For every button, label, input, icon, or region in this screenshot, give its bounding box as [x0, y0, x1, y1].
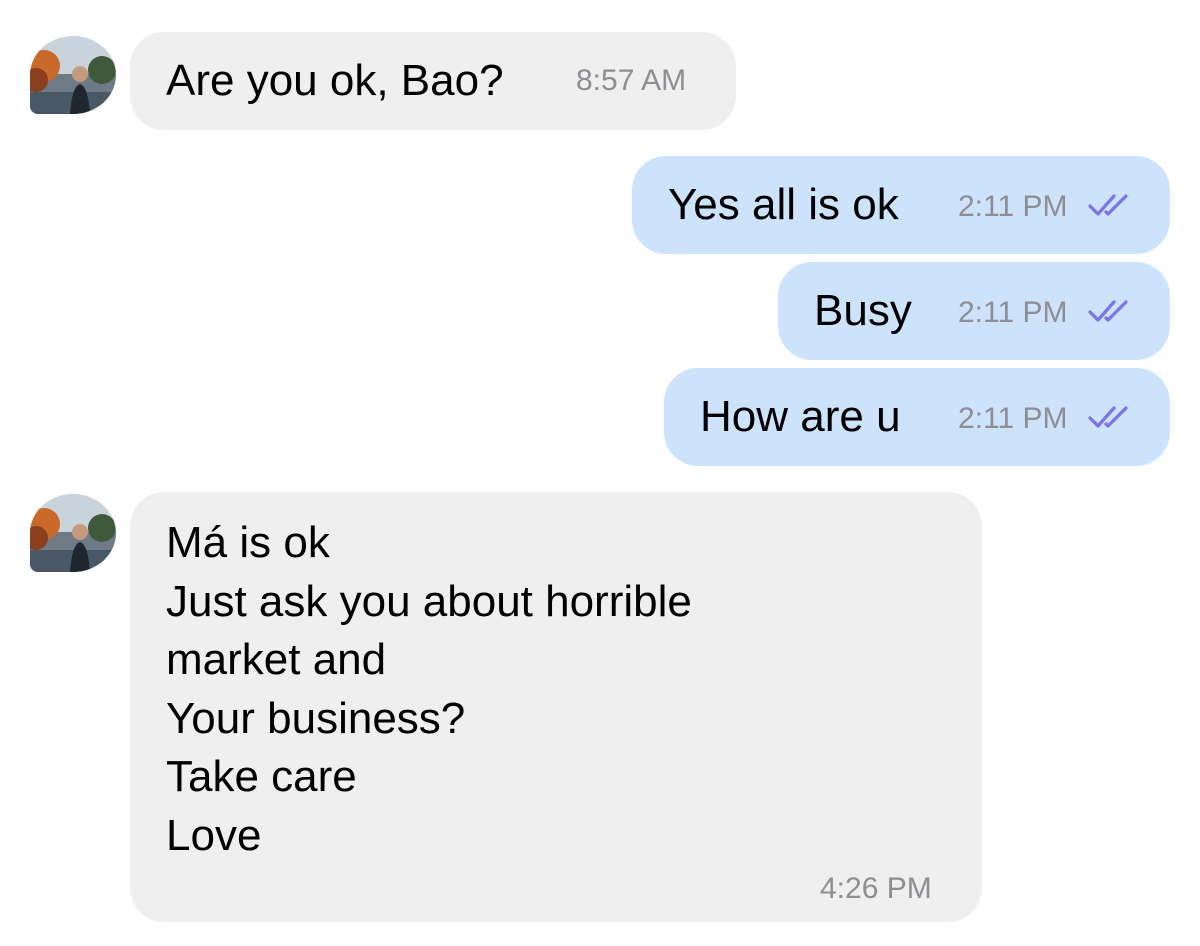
message-text: How are u	[700, 392, 901, 441]
chat-thread: Are you ok, Bao? 8:57 AM Yes all is ok 2…	[0, 0, 1200, 946]
message-text: Má is ok Just ask you about horrible mar…	[166, 514, 692, 865]
contact-photo-avatar	[30, 36, 116, 114]
contact-avatar[interactable]	[30, 494, 116, 572]
message-bubble-incoming[interactable]: Are you ok, Bao? 8:57 AM	[130, 32, 736, 130]
message-timestamp: 2:11 PM	[958, 296, 1068, 329]
message-line: Love	[166, 810, 262, 860]
message-bubble-outgoing[interactable]: Busy 2:11 PM	[778, 262, 1170, 360]
message-bubble-outgoing[interactable]: How are u 2:11 PM	[664, 368, 1170, 466]
message-bubble-incoming[interactable]: Má is ok Just ask you about horrible mar…	[130, 492, 982, 922]
contact-avatar[interactable]	[30, 36, 116, 114]
message-text: Are you ok, Bao?	[166, 56, 504, 105]
message-text: Yes all is ok	[668, 180, 899, 229]
message-timestamp: 2:11 PM	[958, 402, 1068, 435]
message-line: Your business?	[166, 693, 466, 743]
double-check-icon	[1088, 194, 1128, 216]
message-text: Busy	[814, 286, 912, 335]
message-line: Má is ok	[166, 518, 330, 567]
message-line: market and	[166, 635, 387, 684]
message-line: Take care	[166, 752, 357, 801]
message-bubble-outgoing[interactable]: Yes all is ok 2:11 PM	[632, 156, 1170, 254]
message-timestamp: 8:57 AM	[576, 64, 687, 97]
message-timestamp: 4:26 PM	[820, 872, 932, 905]
contact-photo-avatar	[30, 494, 116, 572]
double-check-icon	[1088, 406, 1128, 428]
message-timestamp: 2:11 PM	[958, 190, 1068, 223]
double-check-icon	[1088, 300, 1128, 322]
message-line: Just ask you about horrible	[166, 576, 692, 626]
